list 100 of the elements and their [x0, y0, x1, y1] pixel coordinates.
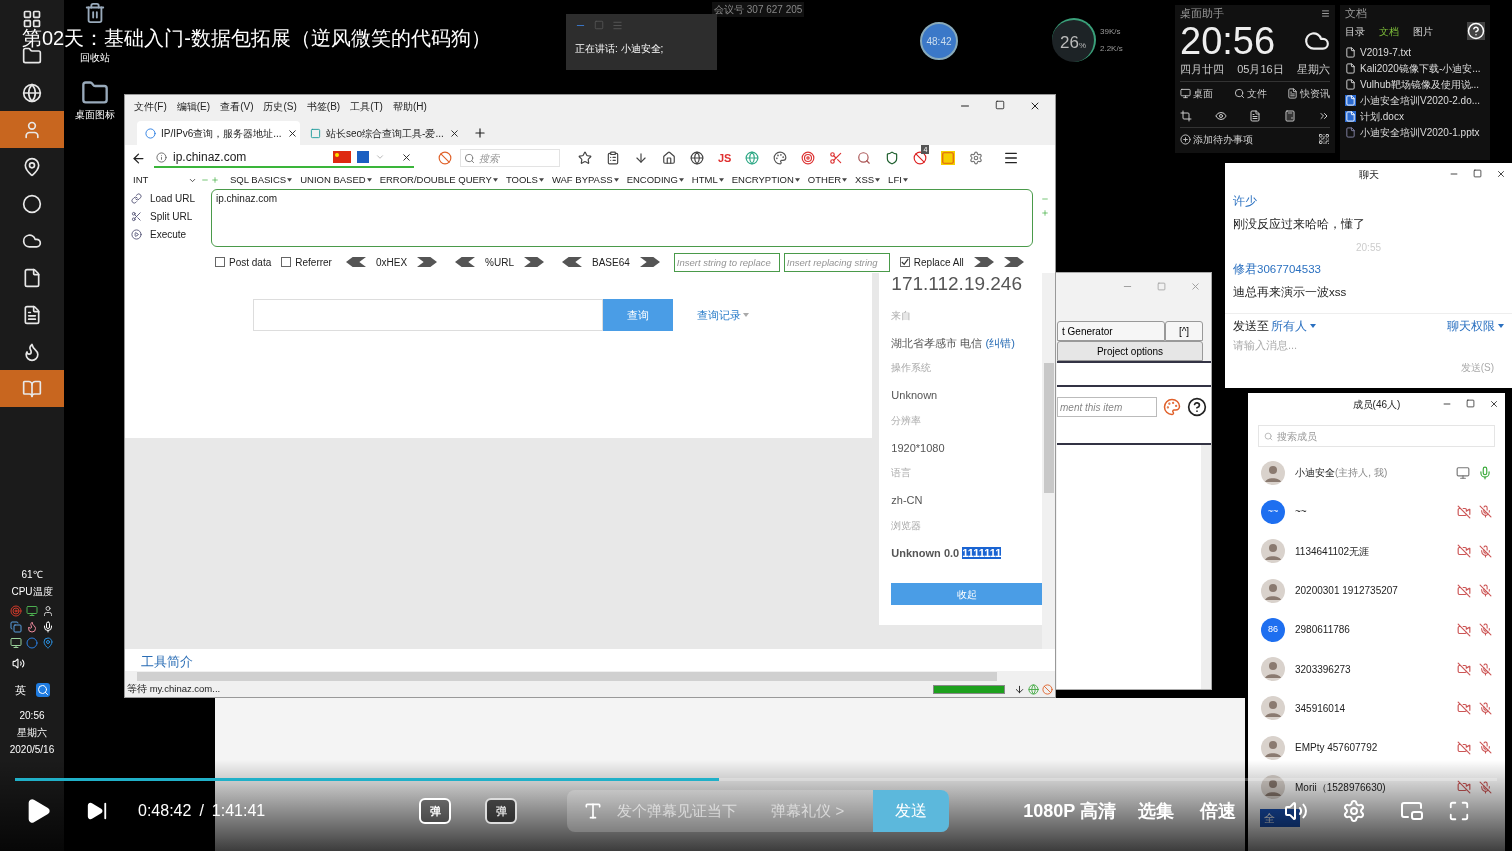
- tool-tab[interactable]: t Generator: [1057, 321, 1165, 341]
- search-icon: [1264, 431, 1273, 441]
- magnifier-icon: [857, 151, 872, 165]
- hackbar-action[interactable]: Split URL: [131, 209, 211, 224]
- arrow-icon[interactable]: [639, 257, 660, 267]
- file-icon: [1345, 47, 1356, 58]
- desktop-icon-label[interactable]: 桌面图标: [75, 107, 115, 122]
- input-method[interactable]: 英: [14, 681, 26, 698]
- fullscreen-button[interactable]: [1447, 800, 1470, 822]
- query-field[interactable]: [253, 299, 603, 331]
- menu-item[interactable]: 编辑(E): [171, 98, 216, 114]
- ring-icon: [22, 193, 42, 214]
- member-row[interactable]: 小迪安全(主持人, 我): [1248, 453, 1505, 493]
- widget-tab[interactable]: 图片: [1413, 23, 1433, 39]
- dropdown-icon: [375, 152, 385, 162]
- replace-field[interactable]: Insert string to replace: [673, 252, 780, 272]
- arrow-icon[interactable]: [417, 257, 438, 267]
- tool-tab[interactable]: [^]: [1165, 321, 1203, 341]
- hackbar-action[interactable]: Execute: [131, 227, 211, 242]
- tool-tab[interactable]: Project options: [1057, 341, 1203, 361]
- widget-tab[interactable]: 文档: [1379, 23, 1399, 39]
- document-item[interactable]: 计划.docx: [1345, 109, 1485, 124]
- hackbar-menu[interactable]: ENCODING: [623, 172, 687, 188]
- menu-item[interactable]: 历史(S): [258, 98, 302, 114]
- pip-button[interactable]: [1399, 799, 1424, 823]
- hackbar-menu[interactable]: ERROR/DOUBLE QUERY: [376, 172, 501, 188]
- member-row[interactable]: Morii（1528976630): [1248, 767, 1505, 807]
- permissions-dropdown[interactable]: 聊天权限: [1447, 316, 1504, 335]
- shortcut-button[interactable]: 文件: [1233, 85, 1267, 101]
- hackbar-menu[interactable]: OTHER: [804, 172, 851, 188]
- hackbar-menu[interactable]: UNION BASED: [297, 172, 375, 188]
- mode-select[interactable]: INT: [133, 172, 199, 188]
- shortcut-button[interactable]: 快资讯: [1287, 85, 1330, 101]
- next-button[interactable]: [86, 800, 108, 822]
- desktop-icon-label[interactable]: 回收站: [80, 50, 110, 65]
- member-row[interactable]: 3203396273: [1248, 649, 1505, 689]
- recipient-dropdown[interactable]: 所有人: [1271, 316, 1316, 335]
- avatar: 86: [1261, 617, 1285, 642]
- menu-item[interactable]: 书签(B): [301, 98, 346, 114]
- member-name: ~~: [1295, 505, 1307, 520]
- window-title: 聊天: [1358, 167, 1379, 182]
- member-search-field[interactable]: 搜索成员: [1258, 425, 1495, 447]
- scrollbar[interactable]: [1042, 273, 1055, 649]
- hackbar-menu[interactable]: ENCRYPTION: [728, 172, 803, 188]
- history-link[interactable]: 查询记录: [697, 299, 749, 331]
- arrow-icon[interactable]: [524, 257, 544, 267]
- volume-button[interactable]: [1283, 799, 1308, 823]
- browser-tab[interactable]: 站长seo综合查询工具-爱...: [302, 121, 465, 145]
- address-bar[interactable]: ip.chinaz.com: [154, 148, 414, 168]
- member-row[interactable]: EMPty 457607792: [1248, 728, 1505, 768]
- member-row[interactable]: 20200301 1912735207: [1248, 570, 1505, 611]
- arrow-icon[interactable]: [973, 257, 994, 267]
- checkbox[interactable]: [215, 257, 225, 267]
- checkbox[interactable]: [899, 257, 910, 267]
- message-field[interactable]: 请输入消息...: [1233, 337, 1504, 354]
- back-icon: [131, 150, 146, 166]
- checkbox[interactable]: [281, 257, 292, 267]
- menu-item[interactable]: 查看(V): [215, 98, 259, 114]
- document-item[interactable]: 小迪安全培训V2020-2.do...: [1345, 93, 1485, 108]
- menu-item[interactable]: 帮助(H): [387, 98, 432, 114]
- shortcut-button[interactable]: 桌面: [1180, 85, 1213, 101]
- add-icon: [1180, 133, 1191, 145]
- member-row[interactable]: 86 2980611786: [1248, 610, 1505, 650]
- danmaku-toggle[interactable]: 弹: [485, 798, 518, 824]
- scrollbar[interactable]: [1201, 445, 1211, 689]
- document-item[interactable]: Vulhub靶场镜像及使用说...: [1345, 77, 1485, 92]
- progress-track[interactable]: [15, 778, 1497, 781]
- danmaku-toggle[interactable]: 弹: [419, 798, 452, 824]
- comment-field[interactable]: ment this item: [1057, 397, 1157, 417]
- document-item[interactable]: 小迪安全培训V2020-1.pptx: [1345, 125, 1485, 140]
- hackbar-menu[interactable]: XSS: [852, 172, 884, 188]
- hackbar-action[interactable]: Load URL: [131, 191, 211, 206]
- hackbar-menu[interactable]: LFI: [885, 172, 911, 188]
- hackbar-menu[interactable]: WAF BYPASS: [548, 172, 622, 188]
- menu-item[interactable]: 文件(F): [129, 98, 172, 114]
- member-row[interactable]: 1134641102无涯: [1248, 531, 1505, 571]
- document-item[interactable]: V2019-7.txt: [1345, 45, 1485, 60]
- search-field[interactable]: 搜索: [460, 149, 560, 167]
- member-row[interactable]: 345916014: [1248, 688, 1505, 729]
- url-textarea[interactable]: ip.chinaz.com: [211, 189, 1033, 247]
- document-item[interactable]: Kali2020镜像下载-小迪安...: [1345, 61, 1485, 76]
- mute-all-button[interactable]: 全: [1260, 809, 1300, 827]
- arrow-icon[interactable]: [1003, 257, 1024, 267]
- menu-item[interactable]: 工具(T): [345, 98, 388, 114]
- arrow-icon[interactable]: [562, 257, 582, 267]
- hackbar-menu[interactable]: TOOLS: [502, 172, 547, 188]
- upload-speed: 39K/s: [1100, 25, 1122, 38]
- arrow-icon[interactable]: [455, 257, 476, 267]
- member-row[interactable]: ~~ ~~: [1248, 492, 1505, 532]
- arrow-icon[interactable]: [345, 257, 366, 267]
- date: 05月16日: [1237, 62, 1284, 77]
- widget-tab[interactable]: 目录: [1345, 23, 1365, 39]
- text-format-icon: [583, 801, 604, 821]
- hackbar-menu[interactable]: SQL BASICS: [227, 172, 296, 188]
- browser-tab[interactable]: IP/IPv6查询，服务器地址...: [137, 121, 300, 145]
- js-addon[interactable]: JS: [718, 149, 732, 167]
- settings-button[interactable]: [1341, 799, 1366, 823]
- replacing-field[interactable]: Insert replacing string: [783, 252, 890, 272]
- hackbar-menu[interactable]: HTML: [688, 172, 727, 188]
- add-todo-button[interactable]: 添加待办事项: [1180, 131, 1253, 147]
